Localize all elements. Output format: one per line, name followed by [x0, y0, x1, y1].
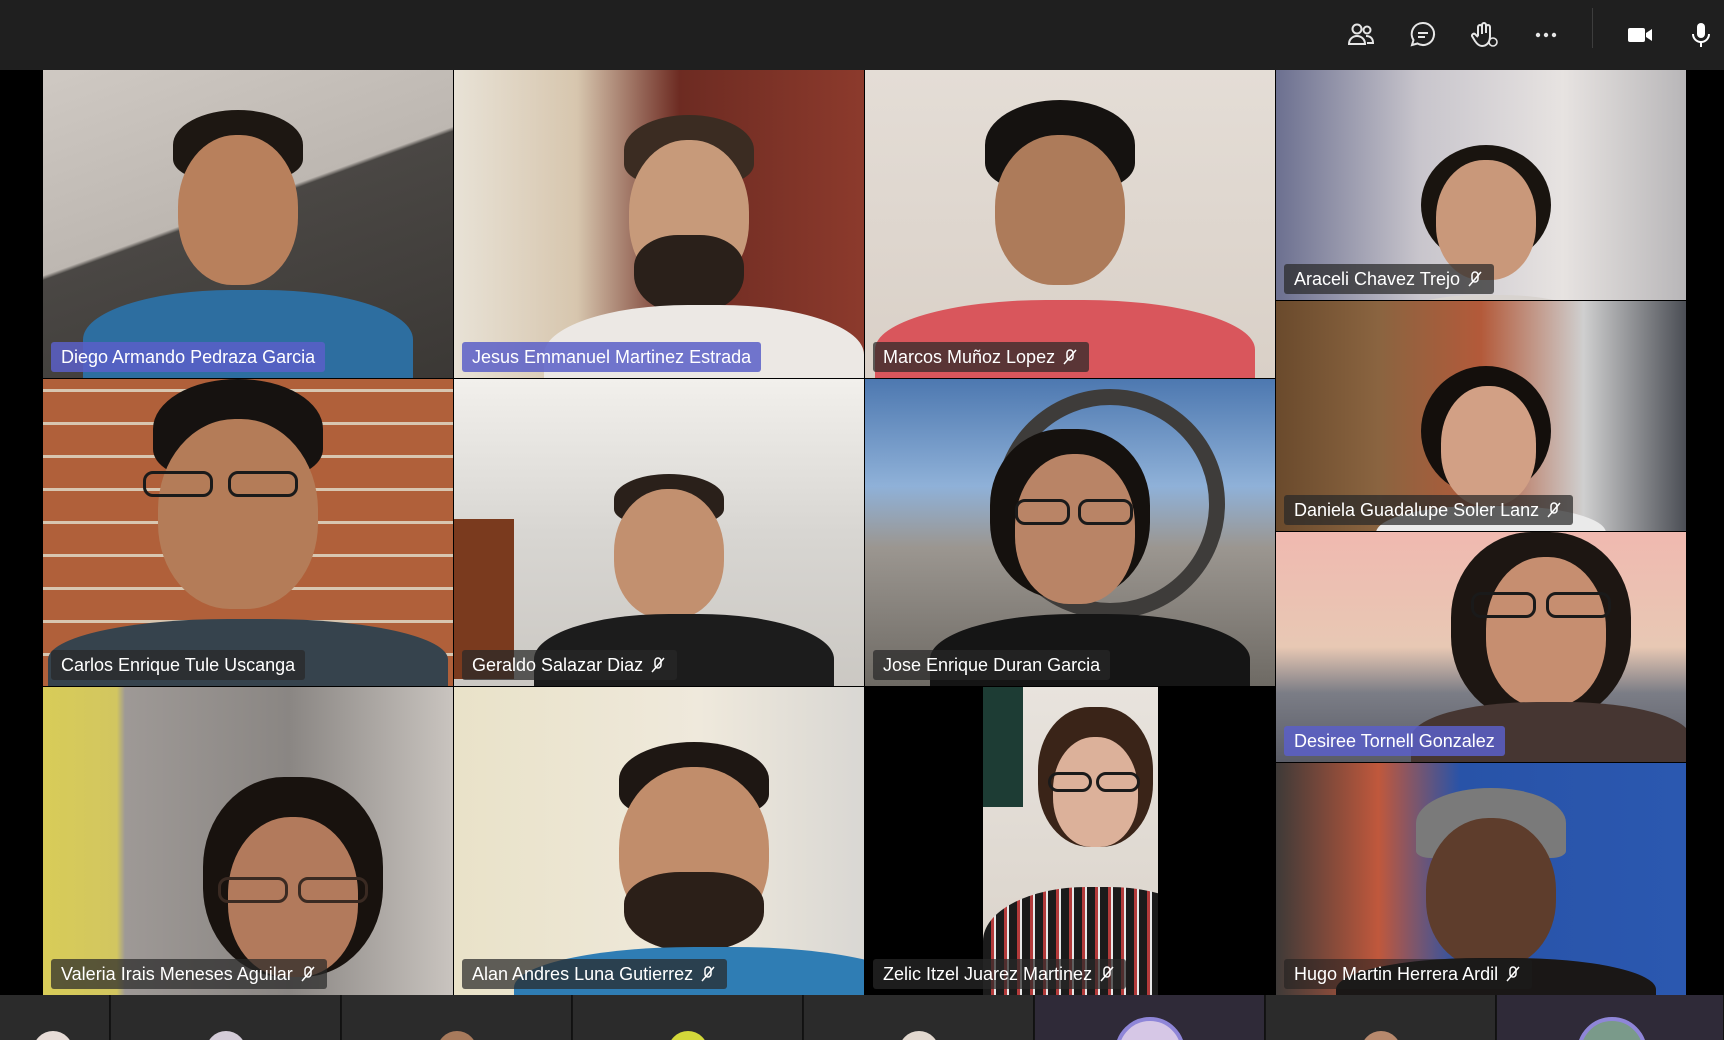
- mic-off-icon: [1063, 349, 1077, 365]
- participant-thumbnail[interactable]: [111, 995, 341, 1040]
- meeting-toolbar: [0, 0, 1724, 70]
- participant-tile[interactable]: Alan Andres Luna Gutierrez: [454, 687, 864, 995]
- mic-off-icon: [1506, 966, 1520, 982]
- microphone-button[interactable]: [1676, 10, 1724, 60]
- participant-name: Diego Armando Pedraza Garcia: [61, 347, 316, 367]
- participant-tile[interactable]: Araceli Chavez Trejo: [1276, 70, 1686, 300]
- mic-off-icon: [1547, 502, 1561, 518]
- participant-tile[interactable]: Geraldo Salazar Diaz: [454, 379, 864, 686]
- participant-thumbnail[interactable]: [804, 995, 1034, 1040]
- participants-button[interactable]: [1336, 10, 1386, 60]
- participant-tile[interactable]: Carlos Enrique Tule Uscanga: [43, 379, 453, 686]
- participant-name-tag: Marcos Muñoz Lopez: [873, 342, 1090, 372]
- chat-button[interactable]: [1398, 10, 1448, 60]
- participant-name: Desiree Tornell Gonzalez: [1294, 731, 1495, 751]
- participant-name-tag: Geraldo Salazar Diaz: [462, 650, 678, 680]
- participant-thumbnail[interactable]: [1035, 995, 1265, 1040]
- people-icon: [1347, 23, 1375, 45]
- participant-tile[interactable]: Desiree Tornell Gonzalez: [1276, 532, 1686, 762]
- participant-tile[interactable]: Marcos Muñoz Lopez: [865, 70, 1275, 378]
- participant-name-tag: Valeria Irais Meneses Aguilar: [51, 959, 327, 989]
- participant-thumbnail[interactable]: [1497, 995, 1724, 1040]
- participant-tile[interactable]: Valeria Irais Meneses Aguilar: [43, 687, 453, 995]
- participant-overflow-strip: [0, 995, 1724, 1040]
- more-options-button[interactable]: [1521, 10, 1571, 60]
- participant-name: Geraldo Salazar Diaz: [472, 655, 644, 675]
- participant-name-tag: Araceli Chavez Trejo: [1284, 264, 1495, 294]
- microphone-icon: [1692, 23, 1710, 47]
- participant-thumbnail[interactable]: [573, 995, 803, 1040]
- participant-tile[interactable]: Diego Armando Pedraza Garcia: [43, 70, 453, 378]
- participant-name-tag: Hugo Martin Herrera Ardil: [1284, 959, 1533, 989]
- participant-name-tag: Carlos Enrique Tule Uscanga: [51, 650, 306, 680]
- participant-name-tag: Alan Andres Luna Gutierrez: [462, 959, 728, 989]
- participant-name-tag: Jesus Emmanuel Martinez Estrada: [462, 342, 762, 372]
- participant-name-tag: Zelic Itzel Juarez Martinez: [873, 959, 1127, 989]
- participant-name: Jesus Emmanuel Martinez Estrada: [472, 347, 752, 367]
- participant-tile[interactable]: Jose Enrique Duran Garcia: [865, 379, 1275, 686]
- toolbar-divider: [1592, 8, 1593, 48]
- chat-bubble-icon: [1410, 21, 1435, 47]
- participant-thumbnail[interactable]: [0, 995, 110, 1040]
- participant-name-tag: Jose Enrique Duran Garcia: [873, 650, 1111, 680]
- mic-off-icon: [1468, 271, 1482, 287]
- mic-off-icon: [701, 966, 715, 982]
- participant-name-tag: Desiree Tornell Gonzalez: [1284, 726, 1505, 756]
- participant-name: Valeria Irais Meneses Aguilar: [61, 964, 293, 984]
- video-camera-icon: [1628, 28, 1652, 42]
- participant-tile[interactable]: Hugo Martin Herrera Ardil: [1276, 763, 1686, 995]
- participant-name: Araceli Chavez Trejo: [1294, 269, 1461, 289]
- participant-name: Hugo Martin Herrera Ardil: [1294, 964, 1499, 984]
- participant-name-tag: Daniela Guadalupe Soler Lanz: [1284, 495, 1574, 525]
- participant-name-tag: Diego Armando Pedraza Garcia: [51, 342, 326, 372]
- raise-hand-icon: [1471, 22, 1498, 48]
- participant-thumbnail[interactable]: [342, 995, 572, 1040]
- participant-name: Daniela Guadalupe Soler Lanz: [1294, 500, 1540, 520]
- mic-off-icon: [651, 657, 665, 673]
- video-grid: Diego Armando Pedraza Garcia Jesus Emman…: [43, 70, 1686, 995]
- mic-off-icon: [1100, 966, 1114, 982]
- portrait-video: [983, 687, 1158, 995]
- participant-name: Marcos Muñoz Lopez: [883, 347, 1056, 367]
- participant-name: Jose Enrique Duran Garcia: [883, 655, 1101, 675]
- participant-tile[interactable]: Daniela Guadalupe Soler Lanz: [1276, 301, 1686, 531]
- participant-name: Carlos Enrique Tule Uscanga: [61, 655, 296, 675]
- camera-button[interactable]: [1615, 10, 1665, 60]
- participant-tile[interactable]: Jesus Emmanuel Martinez Estrada: [454, 70, 864, 378]
- participant-tile[interactable]: Zelic Itzel Juarez Martinez: [865, 687, 1275, 995]
- mic-off-icon: [301, 966, 315, 982]
- reactions-button[interactable]: [1459, 10, 1509, 60]
- participant-name: Alan Andres Luna Gutierrez: [472, 964, 694, 984]
- participant-name: Zelic Itzel Juarez Martinez: [883, 964, 1093, 984]
- participant-thumbnail[interactable]: [1266, 995, 1496, 1040]
- ellipsis-icon: [1535, 32, 1557, 38]
